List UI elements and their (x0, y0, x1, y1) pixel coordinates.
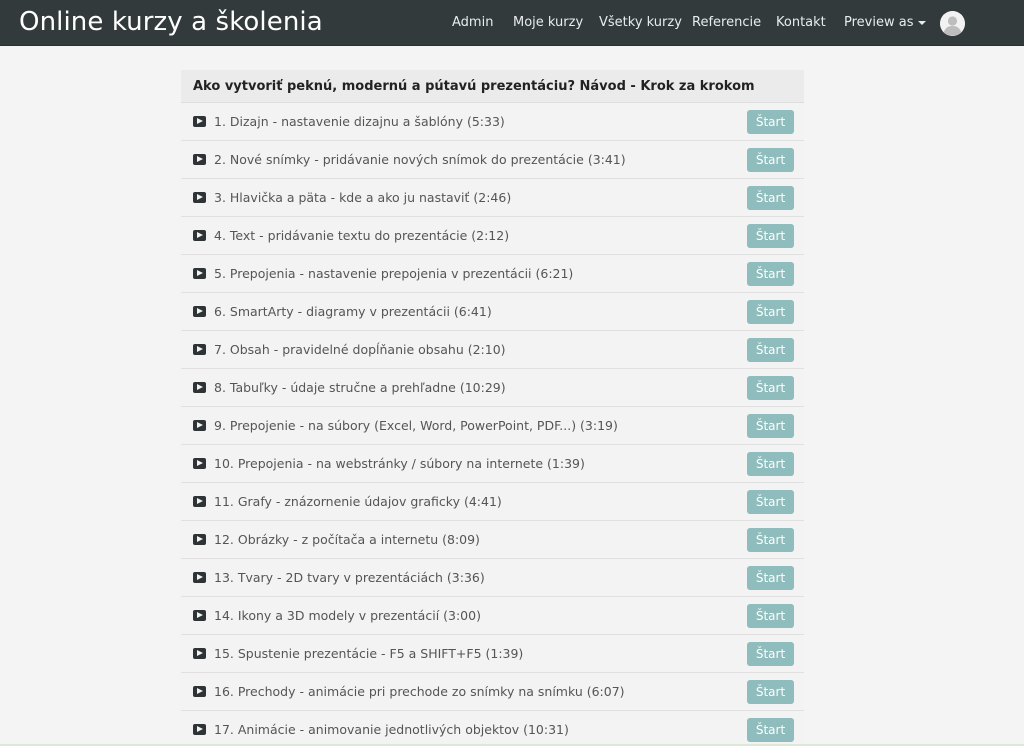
start-lesson-button[interactable]: Štart (747, 338, 794, 362)
lesson-row: 9. Prepojenie - na súbory (Excel, Word, … (181, 407, 804, 445)
play-video-icon (193, 344, 206, 355)
lesson-title[interactable]: 6. SmartArty - diagramy v prezentácii (6… (214, 304, 492, 319)
lesson-title[interactable]: 15. Spustenie prezentácie - F5 a SHIFT+F… (214, 646, 523, 661)
nav-admin[interactable]: Admin (452, 15, 493, 30)
lesson-title[interactable]: 4. Text - pridávanie textu do prezentáci… (214, 228, 509, 243)
lesson-row: 6. SmartArty - diagramy v prezentácii (6… (181, 293, 804, 331)
lesson-title[interactable]: 12. Obrázky - z počítača a internetu (8:… (214, 532, 480, 547)
start-lesson-button[interactable]: Štart (747, 414, 794, 438)
lesson-title[interactable]: 16. Prechody - animácie pri prechode zo … (214, 684, 625, 699)
start-lesson-button[interactable]: Štart (747, 262, 794, 286)
play-video-icon (193, 686, 206, 697)
lesson-title[interactable]: 10. Prepojenia - na webstránky / súbory … (214, 456, 585, 471)
play-video-icon (193, 230, 206, 241)
play-video-icon (193, 306, 206, 317)
lesson-title[interactable]: 5. Prepojenia - nastavenie prepojenia v … (214, 266, 573, 281)
play-video-icon (193, 534, 206, 545)
start-lesson-button[interactable]: Štart (747, 186, 794, 210)
start-lesson-button[interactable]: Štart (747, 300, 794, 324)
start-lesson-button[interactable]: Štart (747, 224, 794, 248)
play-video-icon (193, 154, 206, 165)
start-lesson-button[interactable]: Štart (747, 148, 794, 172)
lesson-row: 16. Prechody - animácie pri prechode zo … (181, 673, 804, 711)
play-video-icon (193, 116, 206, 127)
start-lesson-button[interactable]: Štart (747, 490, 794, 514)
site-brand[interactable]: Online kurzy a školenia (19, 7, 323, 37)
play-video-icon (193, 268, 206, 279)
lesson-title[interactable]: 3. Hlavička a päta - kde a ako ju nastav… (214, 190, 511, 205)
start-lesson-button[interactable]: Štart (747, 452, 794, 476)
lesson-row: 10. Prepojenia - na webstránky / súbory … (181, 445, 804, 483)
lesson-title[interactable]: 11. Grafy - znázornenie údajov graficky … (214, 494, 502, 509)
lesson-title[interactable]: 13. Tvary - 2D tvary v prezentáciách (3:… (214, 570, 485, 585)
lesson-title[interactable]: 7. Obsah - pravidelné dopĺňanie obsahu (… (214, 342, 506, 357)
lesson-row: 14. Ikony a 3D modely v prezentácií (3:0… (181, 597, 804, 635)
start-lesson-button[interactable]: Štart (747, 604, 794, 628)
start-lesson-button[interactable]: Štart (747, 376, 794, 400)
preview-as-label: Preview as (844, 15, 914, 30)
lesson-row: 17. Animácie - animovanie jednotlivých o… (181, 711, 804, 746)
top-navbar: Online kurzy a školenia Admin Moje kurzy… (0, 0, 1024, 46)
start-lesson-button[interactable]: Štart (747, 110, 794, 134)
start-lesson-button[interactable]: Štart (747, 642, 794, 666)
nav-references[interactable]: Referencie (692, 15, 761, 30)
lesson-row: 4. Text - pridávanie textu do prezentáci… (181, 217, 804, 255)
lesson-row: 12. Obrázky - z počítača a internetu (8:… (181, 521, 804, 559)
user-avatar-icon[interactable] (940, 11, 965, 36)
lesson-row: 13. Tvary - 2D tvary v prezentáciách (3:… (181, 559, 804, 597)
lesson-row: 1. Dizajn - nastavenie dizajnu a šablóny… (181, 103, 804, 141)
nav-contact[interactable]: Kontakt (776, 15, 826, 30)
lesson-title[interactable]: 9. Prepojenie - na súbory (Excel, Word, … (214, 418, 618, 433)
play-video-icon (193, 572, 206, 583)
lesson-title[interactable]: 17. Animácie - animovanie jednotlivých o… (214, 722, 569, 737)
caret-down-icon (918, 20, 927, 25)
lesson-row: 2. Nové snímky - pridávanie nových snímo… (181, 141, 804, 179)
lesson-row: 8. Tabuľky - údaje stručne a prehľadne (… (181, 369, 804, 407)
nav-preview-as[interactable]: Preview as (844, 15, 927, 30)
start-lesson-button[interactable]: Štart (747, 680, 794, 704)
play-video-icon (193, 610, 206, 621)
nav-my-courses[interactable]: Moje kurzy (513, 15, 583, 30)
lesson-list: 1. Dizajn - nastavenie dizajnu a šablóny… (181, 103, 804, 746)
nav-all-courses[interactable]: Všetky kurzy (599, 15, 682, 30)
course-panel: Ako vytvoriť peknú, modernú a pútavú pre… (181, 70, 804, 746)
play-video-icon (193, 724, 206, 735)
play-video-icon (193, 382, 206, 393)
start-lesson-button[interactable]: Štart (747, 718, 794, 742)
lesson-row: 15. Spustenie prezentácie - F5 a SHIFT+F… (181, 635, 804, 673)
start-lesson-button[interactable]: Štart (747, 528, 794, 552)
lesson-row: 7. Obsah - pravidelné dopĺňanie obsahu (… (181, 331, 804, 369)
play-video-icon (193, 420, 206, 431)
lesson-row: 11. Grafy - znázornenie údajov graficky … (181, 483, 804, 521)
play-video-icon (193, 496, 206, 507)
lesson-title[interactable]: 1. Dizajn - nastavenie dizajnu a šablóny… (214, 114, 505, 129)
lesson-title[interactable]: 8. Tabuľky - údaje stručne a prehľadne (… (214, 380, 506, 395)
play-video-icon (193, 458, 206, 469)
lesson-title[interactable]: 14. Ikony a 3D modely v prezentácií (3:0… (214, 608, 481, 623)
play-video-icon (193, 648, 206, 659)
start-lesson-button[interactable]: Štart (747, 566, 794, 590)
lesson-row: 5. Prepojenia - nastavenie prepojenia v … (181, 255, 804, 293)
lesson-row: 3. Hlavička a päta - kde a ako ju nastav… (181, 179, 804, 217)
play-video-icon (193, 192, 206, 203)
course-title: Ako vytvoriť peknú, modernú a pútavú pre… (181, 70, 804, 103)
lesson-title[interactable]: 2. Nové snímky - pridávanie nových snímo… (214, 152, 626, 167)
